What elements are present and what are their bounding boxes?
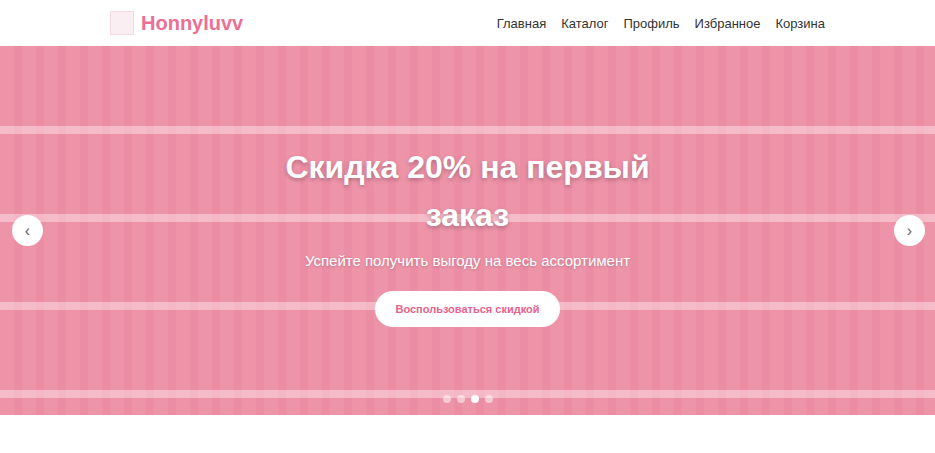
hero-slider: Скидка 20% на первый заказ Успейте получи… bbox=[0, 46, 935, 415]
slider-dot[interactable] bbox=[457, 395, 465, 403]
slider-dot[interactable] bbox=[471, 395, 479, 403]
main-nav: Главная Каталог Профиль Избранное Корзина bbox=[497, 16, 825, 31]
slide-title: Скидка 20% на первый заказ bbox=[278, 143, 658, 239]
nav-link[interactable]: Профиль bbox=[623, 16, 679, 31]
nav-link[interactable]: Каталог bbox=[561, 16, 608, 31]
brand[interactable]: Honnyluvv bbox=[110, 11, 243, 35]
brand-name[interactable]: Honnyluvv bbox=[141, 12, 243, 35]
header: Honnyluvv Главная Каталог Профиль Избранное К… bbox=[0, 0, 935, 46]
slide-subtitle: Успейте получить выгоду на весь ассортим… bbox=[305, 251, 630, 271]
discount-button[interactable]: Воспользоваться скидкой bbox=[375, 291, 559, 327]
nav-link[interactable]: Корзина bbox=[775, 16, 825, 31]
slider-dot[interactable] bbox=[485, 395, 493, 403]
slider-dot[interactable] bbox=[443, 395, 451, 403]
next-arrow[interactable]: › bbox=[894, 215, 925, 246]
slide-content: Скидка 20% на первый заказ Успейте получи… bbox=[278, 135, 658, 327]
nav-link[interactable]: Избранное bbox=[695, 16, 761, 31]
logo-icon bbox=[110, 11, 134, 35]
page: Honnyluvv Главная Каталог Профиль Избранное К… bbox=[0, 0, 935, 453]
nav-link[interactable]: Главная bbox=[497, 16, 546, 31]
slider-dots bbox=[0, 395, 935, 403]
prev-arrow[interactable]: ‹ bbox=[12, 215, 43, 246]
